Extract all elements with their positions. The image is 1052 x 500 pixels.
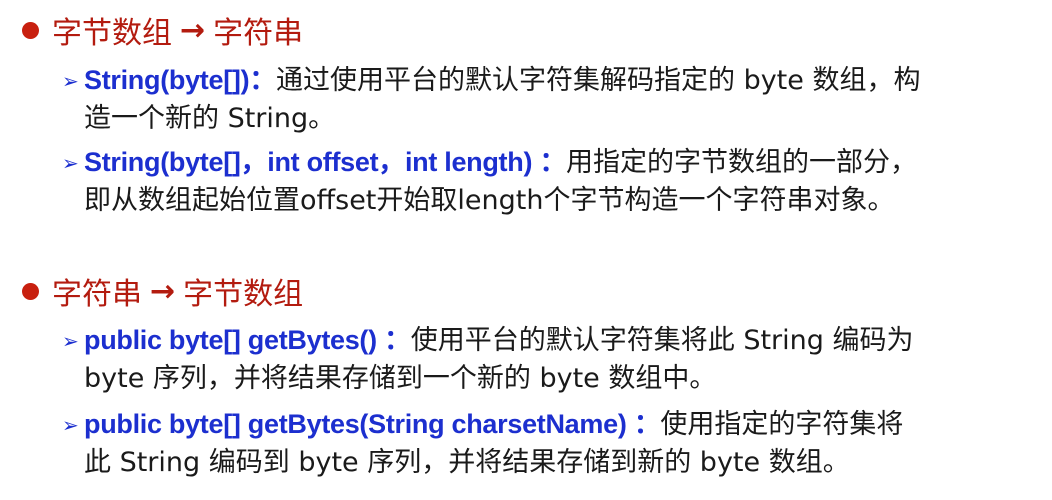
method-signature: String(byte[])： (84, 65, 276, 95)
bullet-dot-icon (22, 21, 39, 39)
heading-to: 字节数组 (183, 277, 304, 312)
section-heading: 字符串 → 字节数组 (22, 271, 304, 312)
item-description: 使用指定的字符集将 (660, 409, 904, 440)
item-description-continued: byte 序列，并将结果存储到一个新的 byte 数组中。 (84, 363, 717, 394)
item-description-continued: 即从数组起始位置offset开始取length个字节构造一个字符串对象。 (84, 185, 895, 216)
item-description: 使用平台的默认字符集将此 String 编码为 (410, 325, 914, 356)
right-arrow-icon: → (180, 12, 206, 48)
arrowhead-bullet-icon: ➢ (62, 151, 79, 175)
section-heading: 字节数组 → 字符串 (22, 10, 304, 51)
item-description: 通过使用平台的默认字符集解码指定的 byte 数组，构 (275, 65, 921, 96)
list-item: ➢ String(byte[]，int offset，int length) ：用… (62, 143, 1037, 220)
heading-from: 字符串 (52, 277, 142, 312)
item-description-continued: 此 String 编码到 byte 序列，并将结果存储到新的 byte 数组。 (84, 447, 850, 478)
list-item: ➢ public byte[] getBytes(String charsetNa… (62, 405, 1037, 482)
heading-to: 字符串 (213, 16, 304, 51)
item-description-continued: 造一个新的 String。 (84, 103, 336, 134)
right-arrow-icon: → (150, 273, 176, 309)
heading-from: 字节数组 (52, 16, 172, 51)
method-signature: public byte[] getBytes() ： (84, 325, 411, 355)
arrowhead-bullet-icon: ➢ (62, 69, 79, 93)
method-signature: String(byte[]，int offset，int length) ： (84, 147, 567, 177)
list-item: ➢ String(byte[])：通过使用平台的默认字符集解码指定的 byte 数… (62, 61, 1037, 138)
arrowhead-bullet-icon: ➢ (62, 329, 79, 353)
list-item: ➢ public byte[] getBytes() ：使用平台的默认字符集将此 … (62, 321, 1037, 398)
method-signature: public byte[] getBytes(String charsetNam… (84, 409, 661, 439)
item-description: 用指定的字节数组的一部分， (566, 147, 918, 178)
bullet-dot-icon (22, 282, 39, 300)
arrowhead-bullet-icon: ➢ (62, 413, 79, 437)
